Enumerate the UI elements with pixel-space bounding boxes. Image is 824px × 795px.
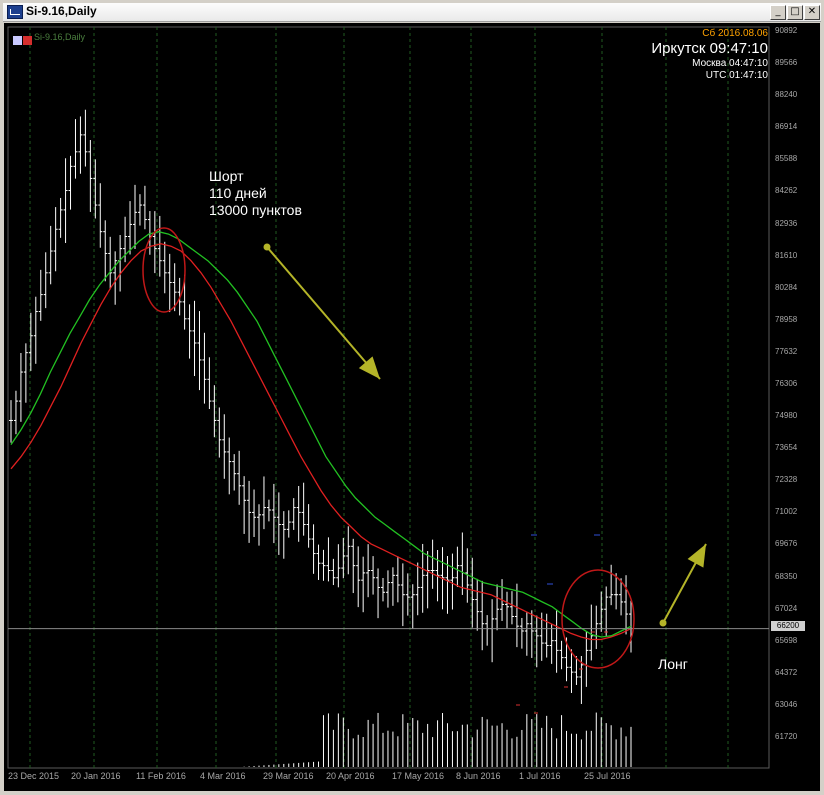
x-axis-tick-label: 4 Mar 2016	[200, 771, 246, 781]
short-arrow-start	[263, 243, 271, 251]
y-axis-tick-label: 73654	[775, 443, 798, 453]
short-annotation-line: Шорт	[209, 168, 244, 184]
y-axis-tick-label: 85588	[775, 154, 798, 164]
clock-moscow: Москва 04:47:10	[692, 58, 768, 69]
clock-date: Сб 2016.08.06	[702, 28, 768, 39]
x-axis-tick-label: 29 Mar 2016	[263, 771, 314, 781]
y-axis-tick-label: 80284	[775, 282, 798, 292]
clock-irkutsk: Иркутск 09:47:10	[651, 40, 768, 57]
symbol-flag-left-icon	[13, 36, 22, 45]
clock-utc: UTC 01:47:10	[705, 70, 768, 81]
y-axis-tick-label: 77632	[775, 346, 798, 356]
chart-window-icon	[7, 5, 23, 19]
title-bar[interactable]: Si-9.16,Daily _ □ ✕	[3, 3, 821, 22]
x-axis-tick-label: 20 Jan 2016	[71, 771, 121, 781]
highlight-circle	[561, 569, 635, 669]
current-price-label: 66200	[771, 621, 805, 631]
chart-canvas[interactable]	[4, 23, 820, 791]
y-axis-tick-label: 63046	[775, 699, 798, 709]
long-annotation: Лонг	[658, 656, 688, 672]
short-annotation: Шорт 110 дней 13000 пунктов	[209, 168, 302, 219]
x-axis-tick-label: 11 Feb 2016	[136, 771, 186, 781]
y-axis-tick-label: 67024	[775, 603, 798, 613]
long-arrow-start	[659, 619, 667, 627]
y-axis-tick-label: 69676	[775, 539, 798, 549]
y-axis-tick-label: 74980	[775, 411, 798, 421]
minimize-button[interactable]: _	[770, 5, 786, 20]
symbol-label: Si-9.16,Daily	[34, 32, 86, 42]
price-chart[interactable]: Si-9.16,Daily Сб 2016.08.06 Иркутск 09:4…	[4, 23, 820, 791]
y-axis-tick-label: 78958	[775, 314, 798, 324]
ma-slow-line	[10, 243, 632, 641]
y-axis-tick-label: 61720	[775, 732, 798, 741]
x-axis-tick-label: 8 Jun 2016	[456, 771, 501, 781]
y-axis-tick-label: 65698	[775, 635, 798, 645]
y-axis-tick-label: 89566	[775, 58, 798, 68]
y-axis-tick-label: 71002	[775, 507, 798, 517]
highlight-circle	[142, 227, 186, 313]
y-axis-tick-label: 72328	[775, 475, 798, 485]
x-axis-tick-label: 23 Dec 2015	[8, 771, 60, 781]
y-axis-tick-label: 90892	[775, 26, 798, 35]
long-arrow-head	[687, 544, 706, 568]
close-button[interactable]: ✕	[804, 5, 820, 20]
y-axis-tick-label: 64372	[775, 667, 798, 677]
x-axis-tick-label: 20 Apr 2016	[326, 771, 375, 781]
short-arrow	[266, 246, 381, 380]
ma-fast-line	[10, 231, 632, 638]
y-axis-tick-label: 68350	[775, 571, 798, 581]
y-axis-tick-label: 76306	[775, 379, 798, 388]
x-axis-tick-label: 17 May 2016	[392, 771, 445, 781]
y-axis-tick-label: 82936	[775, 218, 798, 228]
short-annotation-line: 13000 пунктов	[209, 202, 302, 218]
y-axis-tick-label: 88240	[775, 90, 798, 100]
y-axis-tick-label: 86914	[775, 122, 798, 132]
x-axis-tick-label: 25 Jul 2016	[584, 771, 631, 781]
symbol-flag-right-icon	[23, 36, 32, 45]
y-axis-tick-label: 84262	[775, 186, 798, 196]
clock-panel: Сб 2016.08.06 Иркутск 09:47:10 Москва 04…	[604, 28, 768, 82]
symbol-flag-icon	[13, 32, 33, 45]
x-axis-tick-label: 1 Jul 2016	[519, 771, 561, 781]
window-title: Si-9.16,Daily	[26, 4, 97, 18]
chart-window: Si-9.16,Daily _ □ ✕ Si-9.16,Daily Сб 201…	[0, 0, 824, 795]
short-annotation-line: 110 дней	[209, 185, 267, 201]
y-axis-tick-label: 81610	[775, 250, 798, 260]
short-arrow-head	[358, 356, 380, 379]
plot-frame	[7, 26, 770, 769]
maximize-button[interactable]: □	[787, 5, 803, 20]
